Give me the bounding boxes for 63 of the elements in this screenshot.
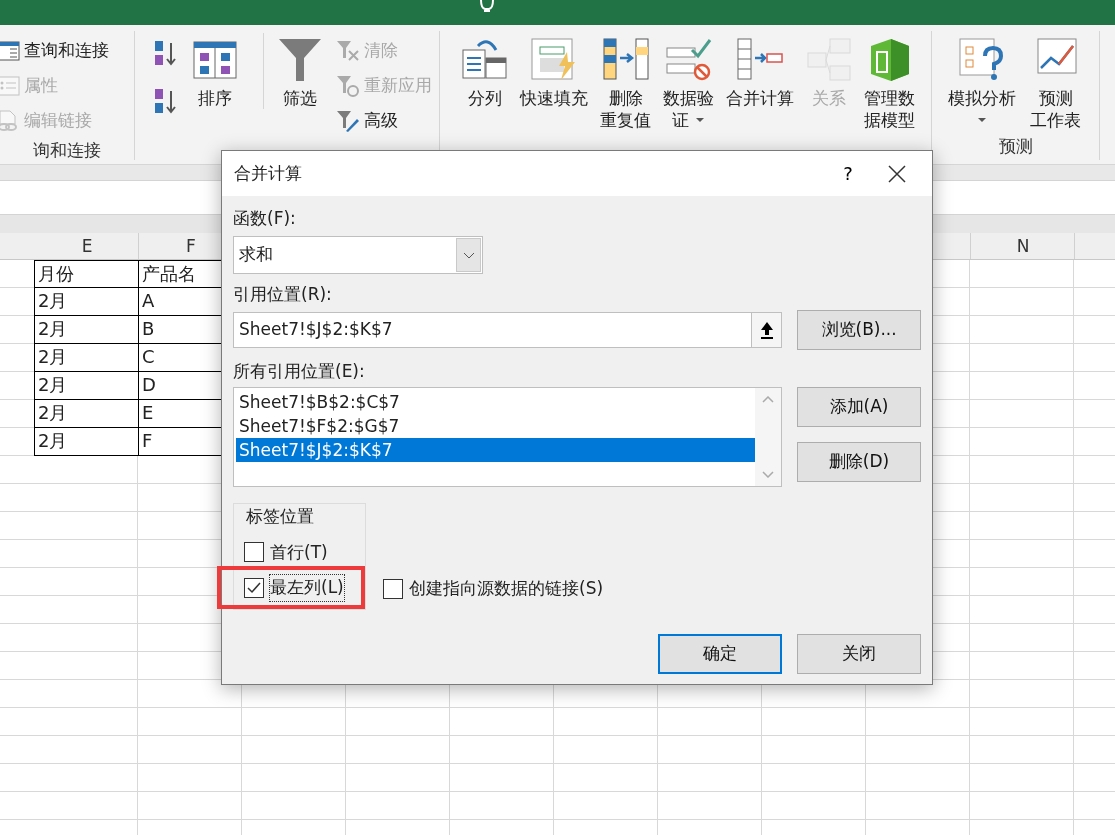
flash-fill-icon [531, 38, 577, 82]
filter-pencil-icon [336, 109, 360, 132]
lightbulb-icon[interactable] [478, 0, 496, 12]
filter-refresh-icon [336, 74, 360, 97]
scroll-down-icon [762, 471, 774, 478]
scroll-up-icon [762, 396, 774, 403]
browse-button[interactable]: 浏览(B)... [797, 310, 921, 350]
function-dropdown[interactable]: 求和 [233, 236, 483, 274]
text-to-columns-icon [462, 38, 508, 82]
delete-button[interactable]: 删除(D) [797, 442, 921, 482]
close-button[interactable]: 关闭 [797, 633, 921, 674]
table-cell: 2月 [34, 372, 139, 400]
ribbon-button[interactable]: 快速填充 [516, 33, 592, 109]
ribbon-button[interactable]: 管理数 据模型 [860, 33, 919, 131]
what-if-icon [959, 38, 1005, 82]
table-cell: 2月 [34, 288, 139, 316]
ribbon-button[interactable]: 查询和连接 [0, 33, 109, 68]
ribbon-button[interactable]: 模拟分析 [944, 33, 1020, 123]
help-button[interactable]: ? [833, 160, 863, 187]
ribbon-button[interactable]: 合并计算 [722, 33, 798, 109]
field-label: 函数(F): [233, 207, 297, 230]
column-header[interactable]: N [971, 233, 1075, 259]
list-icon [0, 75, 20, 96]
relationships-icon [806, 38, 852, 82]
ribbon-button[interactable]: 数据验 证 [659, 33, 718, 131]
chevron-down-icon [462, 251, 475, 259]
group-label: 预测 [997, 135, 1034, 158]
close-icon[interactable] [888, 164, 906, 183]
collapse-icon [759, 321, 774, 339]
checkbox-label[interactable]: 最左列(L) [270, 575, 344, 601]
checkbox-label[interactable]: 创建指向源数据的链接(S) [409, 576, 604, 602]
checkbox[interactable] [244, 577, 264, 598]
group-label: 询和连接 [32, 139, 102, 162]
ribbon-button[interactable]: 预测 工作表 [1026, 33, 1085, 131]
table-cell: 月份 [34, 260, 139, 288]
caret-icon [977, 117, 987, 123]
validation-icon [665, 38, 712, 82]
consolidate-icon [737, 38, 783, 82]
checkbox-label[interactable]: 首行(T) [270, 539, 328, 565]
column-header[interactable]: E [35, 233, 139, 259]
ribbon-button[interactable]: 分列 [458, 33, 512, 109]
table-cell: 2月 [34, 316, 139, 344]
table-cell: 2月 [34, 428, 139, 456]
ribbon-button[interactable]: 排序 [189, 33, 241, 109]
link-icon [0, 109, 20, 132]
sort-icon [193, 41, 237, 79]
checkbox[interactable] [244, 542, 264, 563]
ribbon-button[interactable]: 高级 [336, 103, 432, 138]
references-list[interactable]: Sheet7!$B$2:$C$7 Sheet7!$F$2:$G$7 Sheet7!$J$2:$K$7 [233, 387, 782, 487]
checkbox[interactable] [383, 578, 403, 599]
reference-field[interactable]: Sheet7!$J$2:$K$7 [233, 312, 783, 348]
ok-button[interactable]: 确定 [658, 633, 782, 674]
list-item[interactable]: Sheet7!$J$2:$K$7 [236, 438, 755, 462]
dialog-title: 合并计算 [234, 161, 302, 185]
add-button[interactable]: 添加(A) [797, 387, 921, 427]
caret-icon [695, 117, 705, 123]
ribbon-button[interactable]: 删除 重复值 [596, 33, 655, 131]
table-cell: 2月 [34, 344, 139, 372]
remove-duplicates-icon [602, 38, 649, 82]
filter-icon [278, 38, 322, 82]
table-cell: 2月 [34, 400, 139, 428]
filter-clear-icon [336, 39, 360, 62]
ribbon-button[interactable]: 筛选 [263, 33, 326, 109]
